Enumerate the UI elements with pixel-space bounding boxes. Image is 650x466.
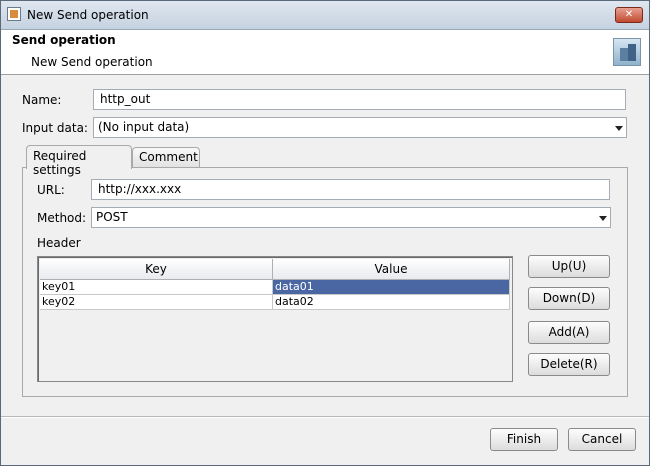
name-label: Name: (22, 93, 62, 107)
column-header-key[interactable]: Key (40, 259, 273, 280)
url-field[interactable]: http://xxx.xxx (91, 179, 610, 200)
dialog-header: Send operation New Send operation (1, 30, 649, 75)
server-icon (613, 38, 641, 66)
table-cell-key[interactable]: key01 (40, 280, 273, 295)
chevron-down-icon (599, 216, 607, 221)
name-field[interactable]: http_out (93, 89, 626, 110)
table-cell-key[interactable]: key02 (40, 295, 273, 310)
up-button[interactable]: Up(U) (528, 255, 610, 278)
input-data-select[interactable]: (No input data) (93, 117, 627, 138)
input-data-label: Input data: (22, 121, 88, 135)
table-cell-value[interactable]: data01 (273, 280, 510, 295)
method-value: POST (96, 210, 128, 224)
dialog-window: New Send operation ✕ Send operation New … (0, 0, 650, 466)
down-button[interactable]: Down(D) (528, 287, 610, 310)
method-label: Method: (37, 211, 87, 225)
input-data-value: (No input data) (98, 120, 190, 134)
footer-divider (1, 416, 649, 418)
title-bar[interactable]: New Send operation ✕ (1, 1, 649, 30)
header-title: Send operation (12, 33, 116, 47)
app-icon (7, 7, 21, 21)
tab-required-settings[interactable]: Required settings (26, 145, 132, 177)
close-button[interactable]: ✕ (615, 7, 643, 23)
window-title: New Send operation (27, 8, 149, 22)
delete-button[interactable]: Delete(R) (528, 353, 610, 376)
header-subtitle: New Send operation (31, 55, 153, 69)
chevron-down-icon (615, 126, 623, 131)
cancel-button[interactable]: Cancel (568, 428, 636, 451)
header-table: Key Value key01 data01 key02 data02 (37, 256, 513, 382)
method-select[interactable]: POST (91, 207, 611, 228)
add-button[interactable]: Add(A) (528, 321, 610, 344)
tab-comment[interactable]: Comment (132, 147, 200, 167)
url-label: URL: (37, 183, 65, 197)
column-header-value[interactable]: Value (273, 259, 510, 280)
table-cell-value[interactable]: data02 (273, 295, 510, 310)
header-section-label: Header (37, 236, 81, 250)
finish-button[interactable]: Finish (490, 428, 558, 451)
